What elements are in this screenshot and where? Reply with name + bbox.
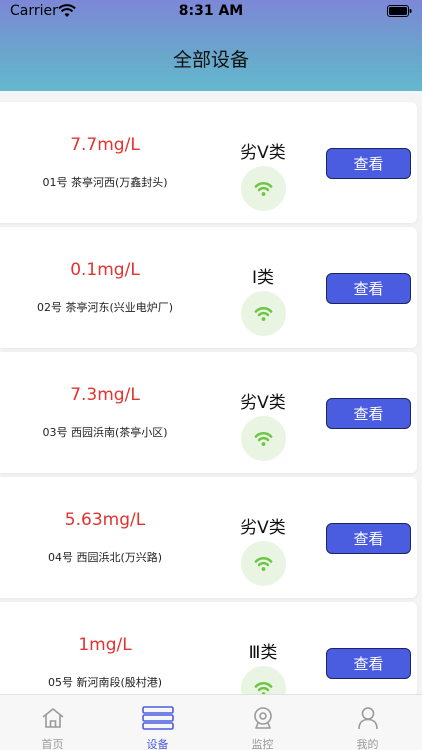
device-station: 05号 新河南段(殷村港)	[47, 676, 163, 689]
signal-icon	[241, 291, 286, 336]
device-card: 7.7mg/L 01号 茶亭河西(万鑫封头) 劣Ⅴ类 查看	[0, 102, 417, 223]
device-value: 7.3mg/L	[70, 385, 140, 405]
tab-devices[interactable]: 设备	[105, 695, 210, 750]
status-bar: Carrier 8:31 AM	[0, 0, 422, 24]
device-station: 02号 茶亭河东(兴业电炉厂)	[36, 301, 174, 314]
tab-bar: 首页 设备 监控 我的	[0, 694, 422, 750]
camera-icon	[254, 707, 272, 729]
device-station: 03号 西园浜南(茶亭小区)	[42, 426, 168, 439]
status-time: 8:31 AM	[178, 3, 244, 19]
view-button[interactable]: 查看	[326, 398, 411, 429]
signal-icon	[241, 541, 286, 586]
water-grade: 劣Ⅴ类	[240, 393, 286, 413]
tab-label: 首页	[41, 738, 64, 750]
page-title: 全部设备	[172, 49, 249, 71]
water-grade: 劣Ⅴ类	[240, 143, 286, 163]
tab-profile[interactable]: 我的	[315, 695, 420, 750]
device-value: 0.1mg/L	[70, 260, 140, 280]
device-card: 0.1mg/L 02号 茶亭河东(兴业电炉厂) Ⅰ类 查看	[0, 227, 417, 348]
device-value: 7.7mg/L	[70, 135, 140, 155]
device-list-screen: Carrier 8:31 AM 全部设备 7.7mg/L 01号 茶亭河西(万鑫…	[0, 0, 422, 750]
view-button[interactable]: 查看	[326, 148, 411, 179]
tab-home[interactable]: 首页	[0, 695, 105, 750]
tab-monitor[interactable]: 监控	[210, 695, 315, 750]
device-card: 5.63mg/L 04号 西园浜北(万兴路) 劣Ⅴ类 查看	[0, 477, 417, 598]
tab-label: 设备	[146, 738, 169, 750]
user-icon	[358, 707, 378, 730]
device-value: 5.63mg/L	[64, 510, 146, 530]
device-station: 04号 西园浜北(万兴路)	[47, 551, 163, 564]
tab-label: 我的	[356, 738, 379, 750]
home-icon	[42, 708, 64, 728]
water-grade: Ⅰ类	[251, 268, 274, 288]
device-station: 01号 茶亭河西(万鑫封头)	[42, 176, 168, 189]
view-button[interactable]: 查看	[326, 273, 411, 304]
header: Carrier 8:31 AM 全部设备	[0, 0, 422, 91]
water-grade: 劣Ⅴ类	[240, 518, 286, 538]
signal-icon	[241, 166, 286, 211]
water-grade: Ⅲ类	[248, 643, 278, 663]
view-button[interactable]: 查看	[326, 648, 411, 679]
view-button[interactable]: 查看	[326, 523, 411, 554]
device-list-icon	[142, 706, 174, 730]
device-value: 1mg/L	[78, 635, 132, 655]
tab-label: 监控	[251, 738, 274, 750]
device-card: 7.3mg/L 03号 西园浜南(茶亭小区) 劣Ⅴ类 查看	[0, 352, 417, 473]
signal-icon	[241, 416, 286, 461]
battery-icon	[387, 5, 412, 17]
